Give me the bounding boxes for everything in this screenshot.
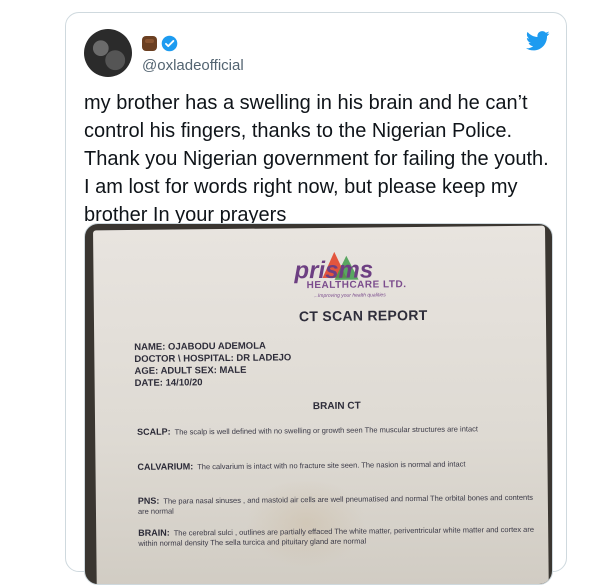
tweet-media-photo[interactable]: prisms HEALTHCARE LTD. ...Improving your… bbox=[84, 223, 553, 585]
section-title: BRAIN CT bbox=[312, 400, 361, 413]
photo-shadow bbox=[245, 477, 367, 569]
section-label: BRAIN: bbox=[138, 527, 170, 538]
report-title: CT SCAN REPORT bbox=[298, 306, 428, 325]
report-section-scalp: SCALP: The scalp is well defined with no … bbox=[137, 423, 537, 438]
meta-line: DOCTOR \ HOSPITAL: DR LADEJO bbox=[134, 352, 292, 365]
tweet-card[interactable]: @oxladeofficial my brother has a swellin… bbox=[65, 12, 567, 585]
section-label: CALVARIUM: bbox=[137, 461, 194, 472]
company-name: HEALTHCARE LTD. bbox=[306, 279, 407, 292]
verified-badge-icon bbox=[161, 35, 178, 51]
patient-meta: NAME: OJABODU ADEMOLA DOCTOR \ HOSPITAL:… bbox=[134, 340, 291, 390]
display-name-row[interactable] bbox=[142, 34, 178, 52]
user-handle[interactable]: @oxladeofficial bbox=[142, 57, 244, 74]
section-label: PNS: bbox=[137, 495, 160, 506]
ct-scan-report-document: prisms HEALTHCARE LTD. ...Improving your… bbox=[93, 225, 549, 584]
twitter-bird-icon[interactable] bbox=[526, 31, 550, 51]
tweet-header: @oxladeofficial bbox=[84, 29, 550, 79]
meta-line: DATE: 14/10/20 bbox=[134, 377, 203, 389]
section-text: The para nasal sinuses , and mastoid air… bbox=[137, 492, 534, 516]
report-section-calvarium: CALVARIUM: The calvarium is intact with n… bbox=[137, 458, 537, 473]
section-text: The scalp is well defined with no swelli… bbox=[174, 424, 479, 437]
section-label: SCALP: bbox=[137, 426, 171, 437]
user-avatar[interactable] bbox=[84, 29, 132, 77]
report-section-brain: BRAIN: The cerebral sulci , outlines are … bbox=[138, 524, 538, 549]
raised-fist-icon bbox=[142, 35, 157, 51]
report-section-pns: PNS: The para nasal sinuses , and mastoid… bbox=[138, 492, 538, 517]
tweet-text: my brother has a swelling in his brain a… bbox=[84, 92, 549, 226]
section-text: The cerebral sulci , outlines are partia… bbox=[138, 524, 535, 548]
section-text: The calvarium is intact with no fracture… bbox=[197, 459, 466, 472]
company-tagline: ...Improving your health qualities bbox=[313, 292, 386, 300]
